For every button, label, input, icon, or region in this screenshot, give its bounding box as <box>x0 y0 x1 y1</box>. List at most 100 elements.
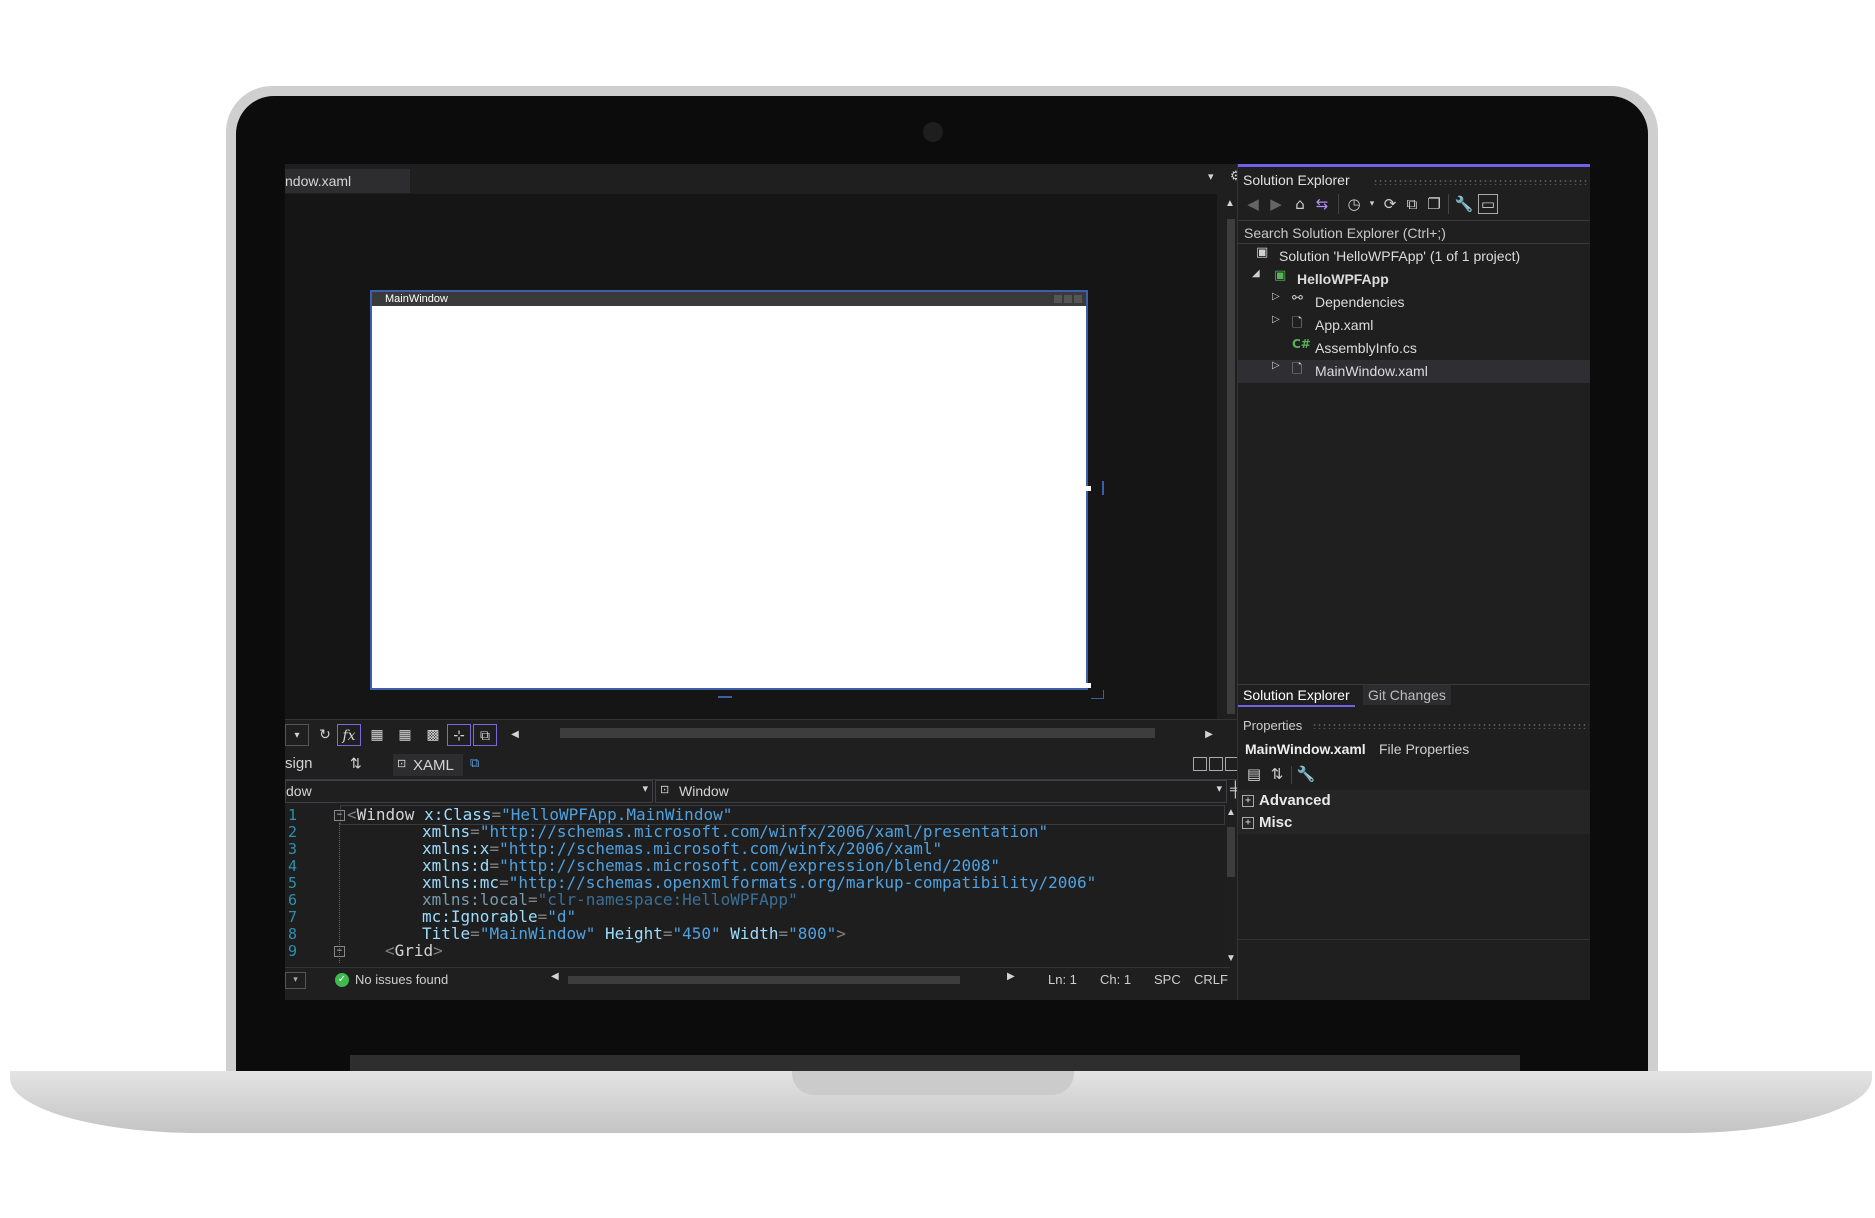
designer-tab-bar: ndow.xaml ▾ ⚙ <box>285 164 1250 194</box>
issues-status[interactable]: No issues found <box>355 968 448 992</box>
column-indicator[interactable]: Ch: 1 <box>1100 968 1131 992</box>
indent-guide <box>339 823 340 963</box>
hscroll-right-icon[interactable]: ▶ <box>1197 724 1221 746</box>
margin-indicator-bottom <box>718 696 732 698</box>
editor-scroll-thumb[interactable] <box>1227 827 1235 877</box>
tree-item-label: App.xaml <box>1315 317 1374 333</box>
collapse-all-icon[interactable]: ⧉ <box>1402 194 1422 214</box>
dependencies-icon: ⚯ <box>1292 291 1303 306</box>
pending-changes-filter-icon[interactable]: ◷ <box>1344 194 1364 214</box>
split-horizontal-icon[interactable] <box>1209 757 1223 771</box>
element-combo-right[interactable]: ⊡ Window ▾ <box>655 780 1227 803</box>
back-icon[interactable]: ◀ <box>1243 194 1263 214</box>
split-vertical-icon[interactable] <box>1193 757 1207 771</box>
snap-lines-icon[interactable]: ⊹ <box>447 724 471 746</box>
fx-icon[interactable]: fx <box>337 724 361 746</box>
grid-icon[interactable]: ▦ <box>365 724 389 746</box>
panel-accent-bar <box>1238 164 1590 167</box>
properties-object-name: MainWindow.xaml <box>1245 741 1366 757</box>
alphabetical-icon[interactable]: ⇅ <box>1267 764 1287 784</box>
tab-design[interactable]: sign <box>285 755 313 772</box>
line-indicator[interactable]: Ln: 1 <box>1048 968 1077 992</box>
tree-item-app-xaml[interactable]: ▷ 🗋 App.xaml <box>1238 314 1590 337</box>
refresh-icon[interactable]: ↻ <box>313 724 337 746</box>
resize-handle-bottom[interactable] <box>723 683 728 688</box>
editor-horizontal-scrollbar[interactable] <box>568 976 960 984</box>
property-category-misc[interactable]: + Misc <box>1238 812 1590 834</box>
scroll-up-icon[interactable]: ▲ <box>1225 198 1235 209</box>
tab-xaml[interactable]: ⊡ XAML <box>393 754 463 776</box>
switch-views-icon[interactable]: ⇆ <box>1312 194 1332 214</box>
tree-item-dependencies[interactable]: ▷ ⚯ Dependencies <box>1238 291 1590 314</box>
solution-explorer-title: Solution Explorer <box>1243 172 1350 188</box>
wrench-icon[interactable]: 🔧 <box>1454 194 1474 214</box>
collapsed-arrow-icon[interactable]: ▷ <box>1272 291 1280 302</box>
editor-vertical-scrollbar[interactable]: ▲ ▼ <box>1225 805 1237 967</box>
tree-item-label: Solution 'HelloWPFApp' (1 of 1 project) <box>1279 248 1521 264</box>
grid-snap-icon[interactable]: ▦ <box>393 724 417 746</box>
tab-solution-explorer[interactable]: Solution Explorer <box>1238 685 1355 707</box>
document-tab[interactable]: ndow.xaml <box>285 169 410 193</box>
fold-toggle-icon[interactable]: − <box>334 810 345 821</box>
margin-indicator-right <box>1102 481 1104 495</box>
zoom-dropdown[interactable]: ▾ <box>285 724 309 746</box>
hscroll-left-icon[interactable]: ◀ <box>551 971 559 982</box>
preview-window-titlebar: MainWindow <box>372 292 1086 306</box>
collapsed-arrow-icon[interactable]: ▷ <box>1272 314 1280 325</box>
check-circle-icon: ✓ <box>335 973 349 987</box>
resize-handle-corner[interactable] <box>1086 683 1091 688</box>
preview-close-icon <box>1074 295 1082 303</box>
panel-grip[interactable] <box>1373 179 1588 185</box>
code-line-9: <Grid> <box>385 941 443 960</box>
artboard-icon[interactable]: ⧉ <box>473 724 497 746</box>
wrench-icon[interactable]: 🔧 <box>1296 764 1316 784</box>
preview-maximize-icon <box>1064 295 1072 303</box>
popout-xaml-icon[interactable]: ⧉ <box>470 755 479 771</box>
csharp-file-icon: C# <box>1292 337 1311 351</box>
xaml-code-editor[interactable]: 1 2 3 4 5 6 7 8 9 − − <Window x:Class="H… <box>285 805 1230 967</box>
resize-handle-right[interactable] <box>1086 486 1091 491</box>
whitespace-indicator[interactable]: SPC <box>1154 968 1181 992</box>
panel-grip[interactable] <box>1312 723 1589 729</box>
chevron-down-icon[interactable]: ▾ <box>1362 194 1382 214</box>
tree-item-label: Dependencies <box>1315 294 1405 310</box>
tree-item-solution[interactable]: ▣ Solution 'HelloWPFApp' (1 of 1 project… <box>1238 245 1590 268</box>
designer-horizontal-scrollbar[interactable] <box>560 728 1155 738</box>
property-category-label: Misc <box>1259 814 1293 831</box>
expanded-arrow-icon[interactable]: ◢ <box>1252 268 1260 279</box>
collapsed-arrow-icon[interactable]: ▷ <box>1272 360 1280 371</box>
properties-object-type: File Properties <box>1379 741 1470 757</box>
preview-selected-items-icon[interactable]: ▭ <box>1478 194 1498 214</box>
xaml-tab-icon: ⊡ <box>397 758 407 770</box>
solution-icon: ▣ <box>1256 245 1269 260</box>
designer-scroll-thumb[interactable] <box>1227 219 1235 714</box>
property-category-advanced[interactable]: + Advanced <box>1238 790 1590 812</box>
scroll-down-icon[interactable]: ▼ <box>1226 953 1236 964</box>
hscroll-left-icon[interactable]: ◀ <box>503 724 527 746</box>
fold-toggle-icon[interactable]: − <box>334 946 345 957</box>
preview-window[interactable]: MainWindow <box>370 290 1088 690</box>
expand-icon[interactable]: + <box>1242 795 1254 807</box>
home-icon[interactable]: ⌂ <box>1290 194 1310 214</box>
tree-item-project[interactable]: ◢ ▣ HelloWPFApp <box>1238 268 1590 291</box>
sync-icon[interactable]: ⟳ <box>1380 194 1400 214</box>
hscroll-right-icon[interactable]: ▶ <box>1007 971 1015 982</box>
element-combo-left[interactable]: dow ▾ <box>285 780 653 803</box>
checker-icon[interactable]: ▩ <box>421 724 445 746</box>
tab-dropdown-icon[interactable]: ▾ <box>1208 170 1214 183</box>
swap-panes-icon[interactable]: ⇅ <box>350 755 362 772</box>
expand-icon[interactable]: + <box>1242 817 1254 829</box>
categorized-icon[interactable]: ▤ <box>1244 764 1264 784</box>
tree-item-assemblyinfo[interactable]: C# AssemblyInfo.cs <box>1238 337 1590 360</box>
chevron-down-icon: ▾ <box>642 783 648 795</box>
tree-item-mainwindow-xaml[interactable]: ▷ 🗋 MainWindow.xaml <box>1238 360 1590 383</box>
tab-git-changes[interactable]: Git Changes <box>1363 685 1451 705</box>
line-ending-indicator[interactable]: CRLF <box>1194 968 1228 992</box>
code-line-8: Title="MainWindow" Height="450" Width="8… <box>422 924 846 943</box>
scroll-up-icon[interactable]: ▲ <box>1226 807 1236 818</box>
design-surface[interactable]: MainWindow <box>285 194 1217 749</box>
forward-icon[interactable]: ▶ <box>1266 194 1286 214</box>
zoom-level-dropdown[interactable]: ▾ <box>285 972 306 989</box>
solution-explorer-search[interactable]: Search Solution Explorer (Ctrl+;) <box>1238 220 1590 244</box>
show-all-files-icon[interactable]: ❐ <box>1424 194 1444 214</box>
